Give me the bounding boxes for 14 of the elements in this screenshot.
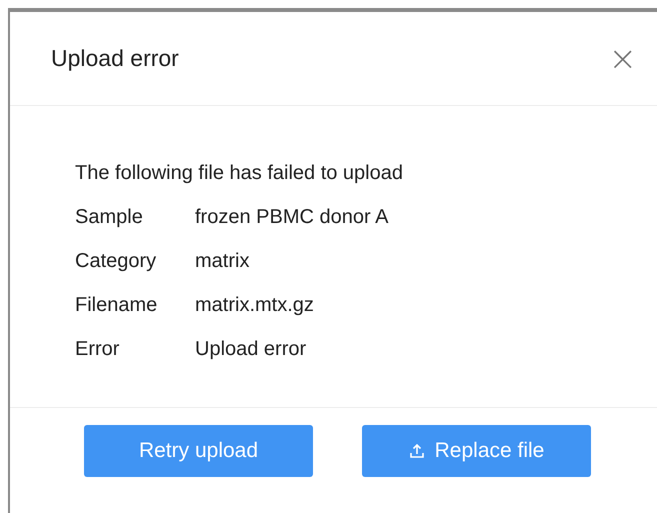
detail-value: Upload error <box>195 337 306 362</box>
detail-label: Sample <box>75 205 144 230</box>
replace-file-button[interactable]: Replace file <box>362 425 591 477</box>
retry-button[interactable]: Retry upload <box>84 425 313 477</box>
detail-value: frozen PBMC donor A <box>195 205 388 230</box>
detail-value: matrix.mtx.gz <box>195 293 314 318</box>
error-message: The following file has failed to upload <box>75 161 404 186</box>
upload-icon <box>408 443 425 459</box>
close-button[interactable]: × <box>604 38 641 78</box>
dialog-title: Upload error <box>51 45 179 72</box>
detail-label: Filename <box>75 293 158 318</box>
detail-value: matrix <box>195 249 250 274</box>
detail-label: Error <box>75 337 120 362</box>
detail-label: Category <box>75 249 158 274</box>
